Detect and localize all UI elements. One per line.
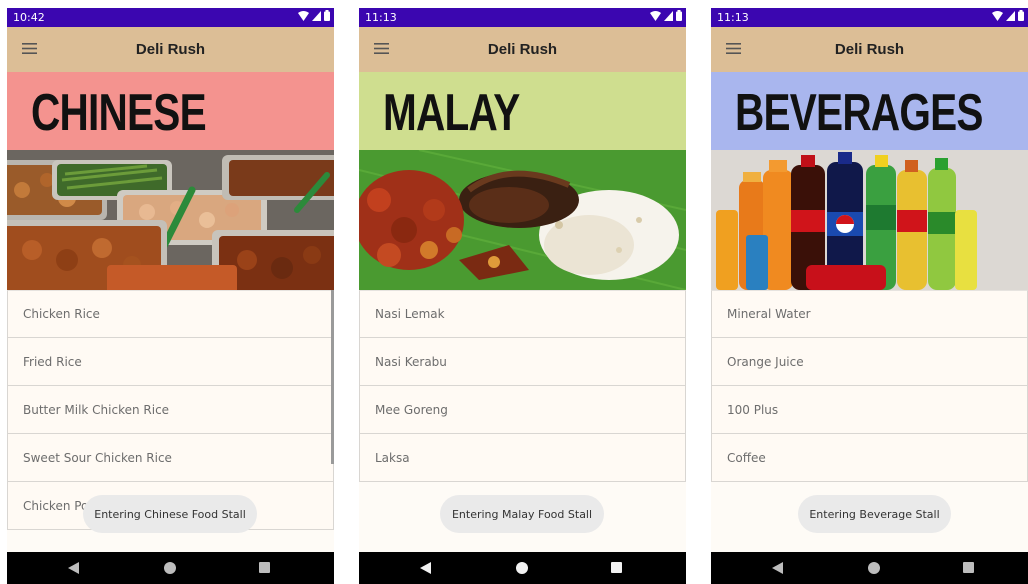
recent-apps-icon[interactable] (611, 562, 622, 573)
status-time: 11:13 (717, 11, 749, 24)
home-icon[interactable] (164, 562, 176, 574)
beverages-photo (711, 150, 1028, 290)
recent-apps-icon[interactable] (963, 562, 974, 573)
menu-item-100-plus[interactable]: 100 Plus (711, 386, 1028, 434)
app-bar: Deli Rush (359, 27, 686, 72)
phone-screen-beverages: 11:13 Deli Rush BEVERAGES Mineral Water … (711, 8, 1028, 584)
app-bar: Deli Rush (711, 27, 1028, 72)
chinese-food-photo (7, 150, 334, 290)
food-menu-list: Nasi Lemak Nasi Kerabu Mee Goreng Laksa (359, 290, 686, 482)
status-bar: 11:13 (711, 8, 1028, 27)
menu-item-mee-goreng[interactable]: Mee Goreng (359, 386, 686, 434)
signal-icon (664, 10, 673, 21)
app-title: Deli Rush (834, 41, 905, 58)
battery-icon (324, 10, 330, 21)
home-icon[interactable] (868, 562, 880, 574)
status-bar: 11:13 (359, 8, 686, 27)
status-time: 10:42 (13, 11, 45, 24)
signal-icon (1006, 10, 1015, 21)
back-icon[interactable] (772, 562, 783, 574)
menu-item-coffee[interactable]: Coffee (711, 434, 1028, 482)
category-banner: CHINESE (7, 72, 334, 150)
status-time: 11:13 (365, 11, 397, 24)
wifi-icon (650, 10, 661, 21)
malay-food-photo (359, 150, 686, 290)
menu-item-nasi-kerabu[interactable]: Nasi Kerabu (359, 338, 686, 386)
category-title: CHINESE (31, 84, 207, 142)
phone-screen-malay: 11:13 Deli Rush MALAY Nasi Lemak Nasi Ke… (359, 8, 686, 584)
category-banner: MALAY (359, 72, 686, 150)
toast-message: Entering Beverage Stall (798, 495, 951, 533)
signal-icon (312, 10, 321, 21)
battery-icon (676, 10, 682, 21)
menu-item-sweet-sour-chicken-rice[interactable]: Sweet Sour Chicken Rice (7, 434, 334, 482)
menu-item-laksa[interactable]: Laksa (359, 434, 686, 482)
category-title: MALAY (383, 84, 520, 142)
menu-item-orange-juice[interactable]: Orange Juice (711, 338, 1028, 386)
toast-message: Entering Chinese Food Stall (83, 495, 257, 533)
battery-icon (1018, 10, 1024, 21)
menu-item-butter-milk-chicken-rice[interactable]: Butter Milk Chicken Rice (7, 386, 334, 434)
category-title: BEVERAGES (735, 84, 983, 142)
home-icon[interactable] (516, 562, 528, 574)
recent-apps-icon[interactable] (259, 562, 270, 573)
category-banner: BEVERAGES (711, 72, 1028, 150)
menu-item-chicken-rice[interactable]: Chicken Rice (7, 290, 334, 338)
wifi-icon (992, 10, 1003, 21)
list-scrollbar[interactable] (331, 290, 334, 464)
back-icon[interactable] (68, 562, 79, 574)
wifi-icon (298, 10, 309, 21)
android-nav-bar (7, 552, 334, 584)
menu-item-mineral-water[interactable]: Mineral Water (711, 290, 1028, 338)
food-menu-list: Chicken Rice Fried Rice Butter Milk Chic… (7, 290, 334, 530)
app-title: Deli Rush (487, 41, 558, 58)
app-title: Deli Rush (135, 41, 206, 58)
phone-screen-chinese: 10:42 Deli Rush CHINESE Chicken Rice Fri… (7, 8, 334, 584)
beverage-menu-list: Mineral Water Orange Juice 100 Plus Coff… (711, 290, 1028, 482)
app-bar: Deli Rush (7, 27, 334, 72)
back-icon[interactable] (420, 562, 431, 574)
android-nav-bar (711, 552, 1028, 584)
status-bar: 10:42 (7, 8, 334, 27)
toast-message: Entering Malay Food Stall (440, 495, 604, 533)
android-nav-bar (359, 552, 686, 584)
menu-item-nasi-lemak[interactable]: Nasi Lemak (359, 290, 686, 338)
menu-item-fried-rice[interactable]: Fried Rice (7, 338, 334, 386)
